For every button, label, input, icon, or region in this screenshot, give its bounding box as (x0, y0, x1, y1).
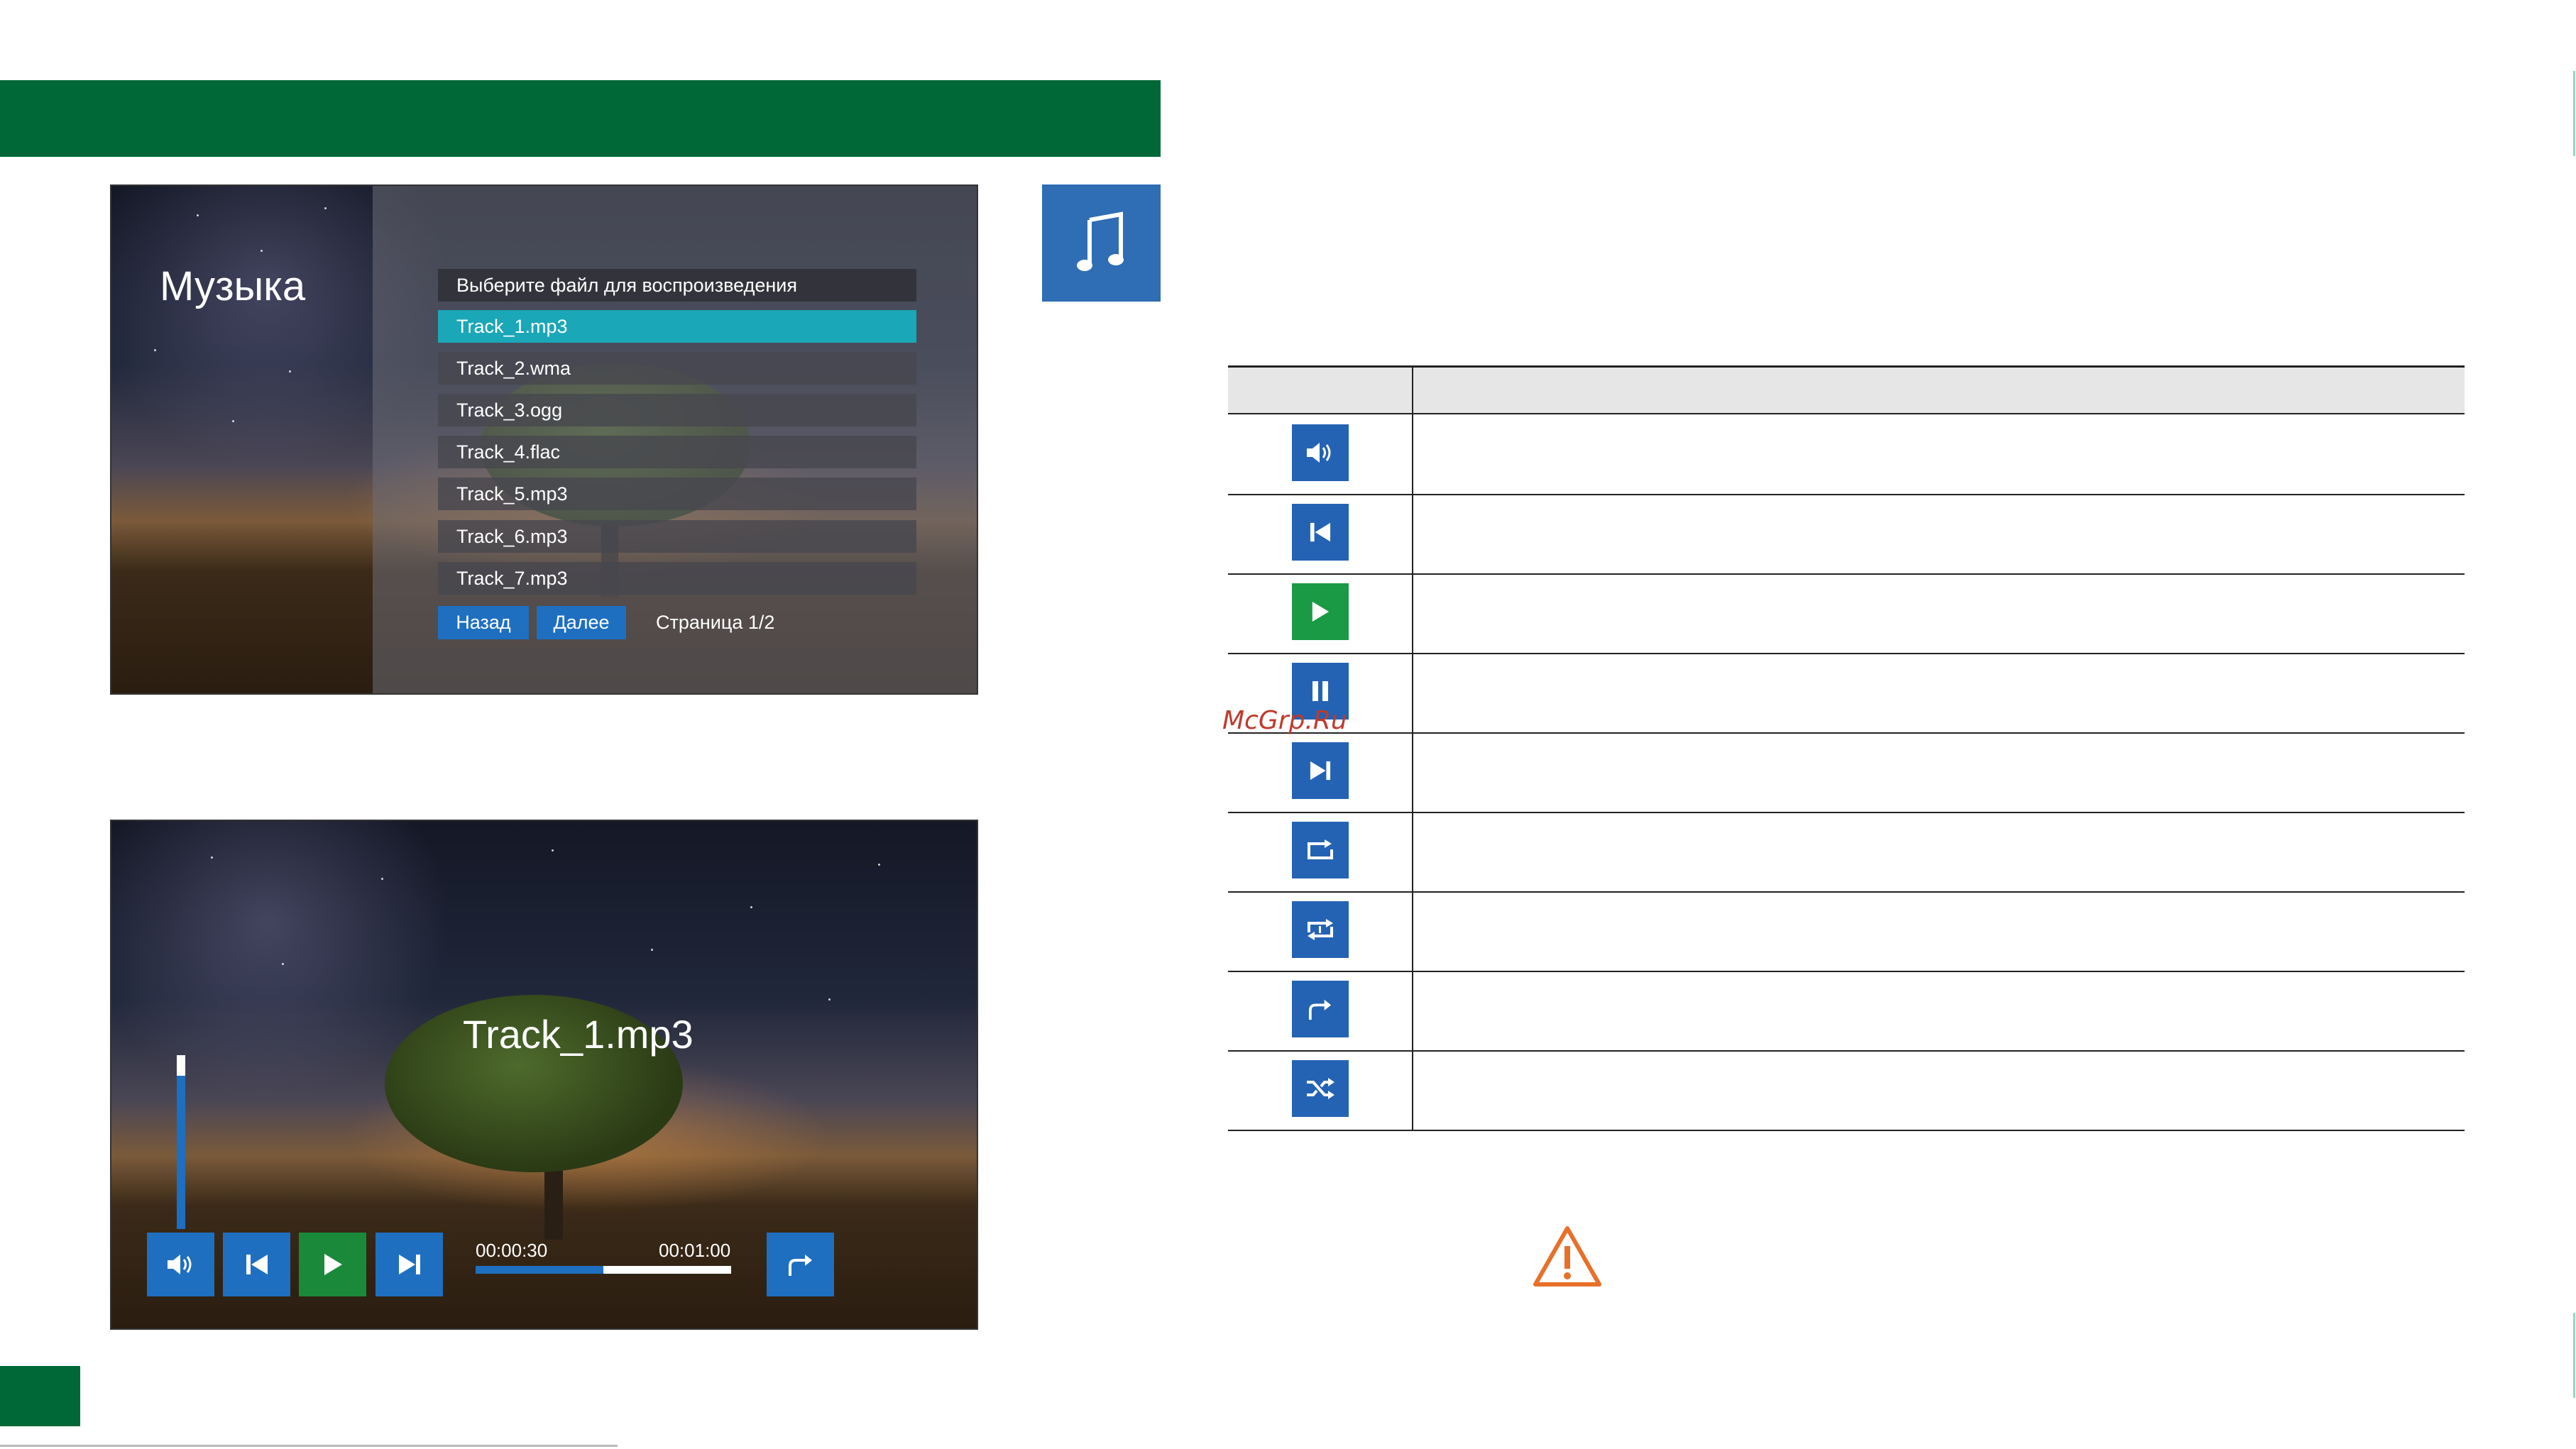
previous-icon (246, 1255, 268, 1274)
page-indicator: Страница 1/2 (656, 612, 775, 633)
file-list-item[interactable]: Track_2.wma (438, 352, 916, 385)
next-icon (1292, 742, 1349, 799)
file-list-item[interactable]: Track_5.mp3 (438, 478, 916, 510)
footer-rule (0, 1445, 618, 1447)
file-list-item[interactable]: Track_4.flac (438, 436, 916, 468)
file-list-item[interactable]: Track_7.mp3 (438, 562, 916, 595)
header-band (0, 80, 1161, 157)
file-list-header: Выберите файл для воспроизведения (438, 269, 916, 302)
current-time: 00:00:30 (476, 1240, 548, 1261)
watermark: McGrp.Ru (1222, 706, 1347, 735)
music-file-list-screen: Музыка Выберите файл для воспроизведения… (110, 184, 978, 695)
table-row (1228, 573, 2465, 654)
music-player-screen: Track_1.mp3 00:00:30 00:01:00 (110, 820, 978, 1330)
table-row (1228, 414, 2465, 495)
table-row (1228, 971, 2465, 1052)
volume-icon (167, 1255, 191, 1274)
screen-title: Музыка (160, 263, 306, 309)
repeat-all-icon (1292, 901, 1349, 958)
volume-icon (1292, 424, 1349, 481)
repeat-one-icon (1292, 822, 1349, 878)
table-row (1228, 1050, 2465, 1131)
progress-bar[interactable] (476, 1266, 731, 1274)
play-icon (1292, 583, 1349, 640)
play-icon (324, 1254, 342, 1275)
back-button[interactable]: Назад (438, 606, 529, 639)
previous-button[interactable] (223, 1233, 290, 1296)
exit-icon (1292, 981, 1349, 1037)
warning-icon (1532, 1225, 1603, 1292)
volume-slider-fill (177, 1055, 185, 1076)
progress-bar-fill (476, 1266, 603, 1274)
next-button[interactable] (376, 1233, 443, 1296)
table-row (1228, 891, 2465, 972)
exit-icon (788, 1255, 812, 1276)
table-header (1228, 368, 2465, 414)
file-list-item[interactable]: Track_3.ogg (438, 394, 916, 426)
next-page-button[interactable]: Далее (537, 606, 626, 639)
play-button[interactable] (299, 1233, 366, 1296)
page-edge-line (2573, 71, 2575, 156)
table-row (1228, 653, 2465, 734)
volume-button[interactable] (147, 1233, 214, 1296)
table-row (1228, 732, 2465, 813)
music-note-icon (1042, 184, 1161, 302)
file-list-item[interactable]: Track_1.mp3 (438, 310, 916, 343)
next-icon (398, 1255, 420, 1274)
file-list-item[interactable]: Track_6.mp3 (438, 520, 916, 553)
track-title: Track_1.mp3 (463, 1012, 694, 1057)
volume-slider[interactable] (177, 1055, 185, 1229)
table-row (1228, 812, 2465, 893)
exit-button[interactable] (767, 1233, 834, 1296)
page-number-block (0, 1366, 80, 1426)
table-column-divider (1412, 368, 1413, 1130)
previous-icon (1292, 504, 1349, 561)
table-row (1228, 494, 2465, 575)
total-time: 00:01:00 (659, 1240, 731, 1261)
page-edge-line (2573, 1313, 2575, 1398)
shuffle-icon (1292, 1060, 1349, 1117)
